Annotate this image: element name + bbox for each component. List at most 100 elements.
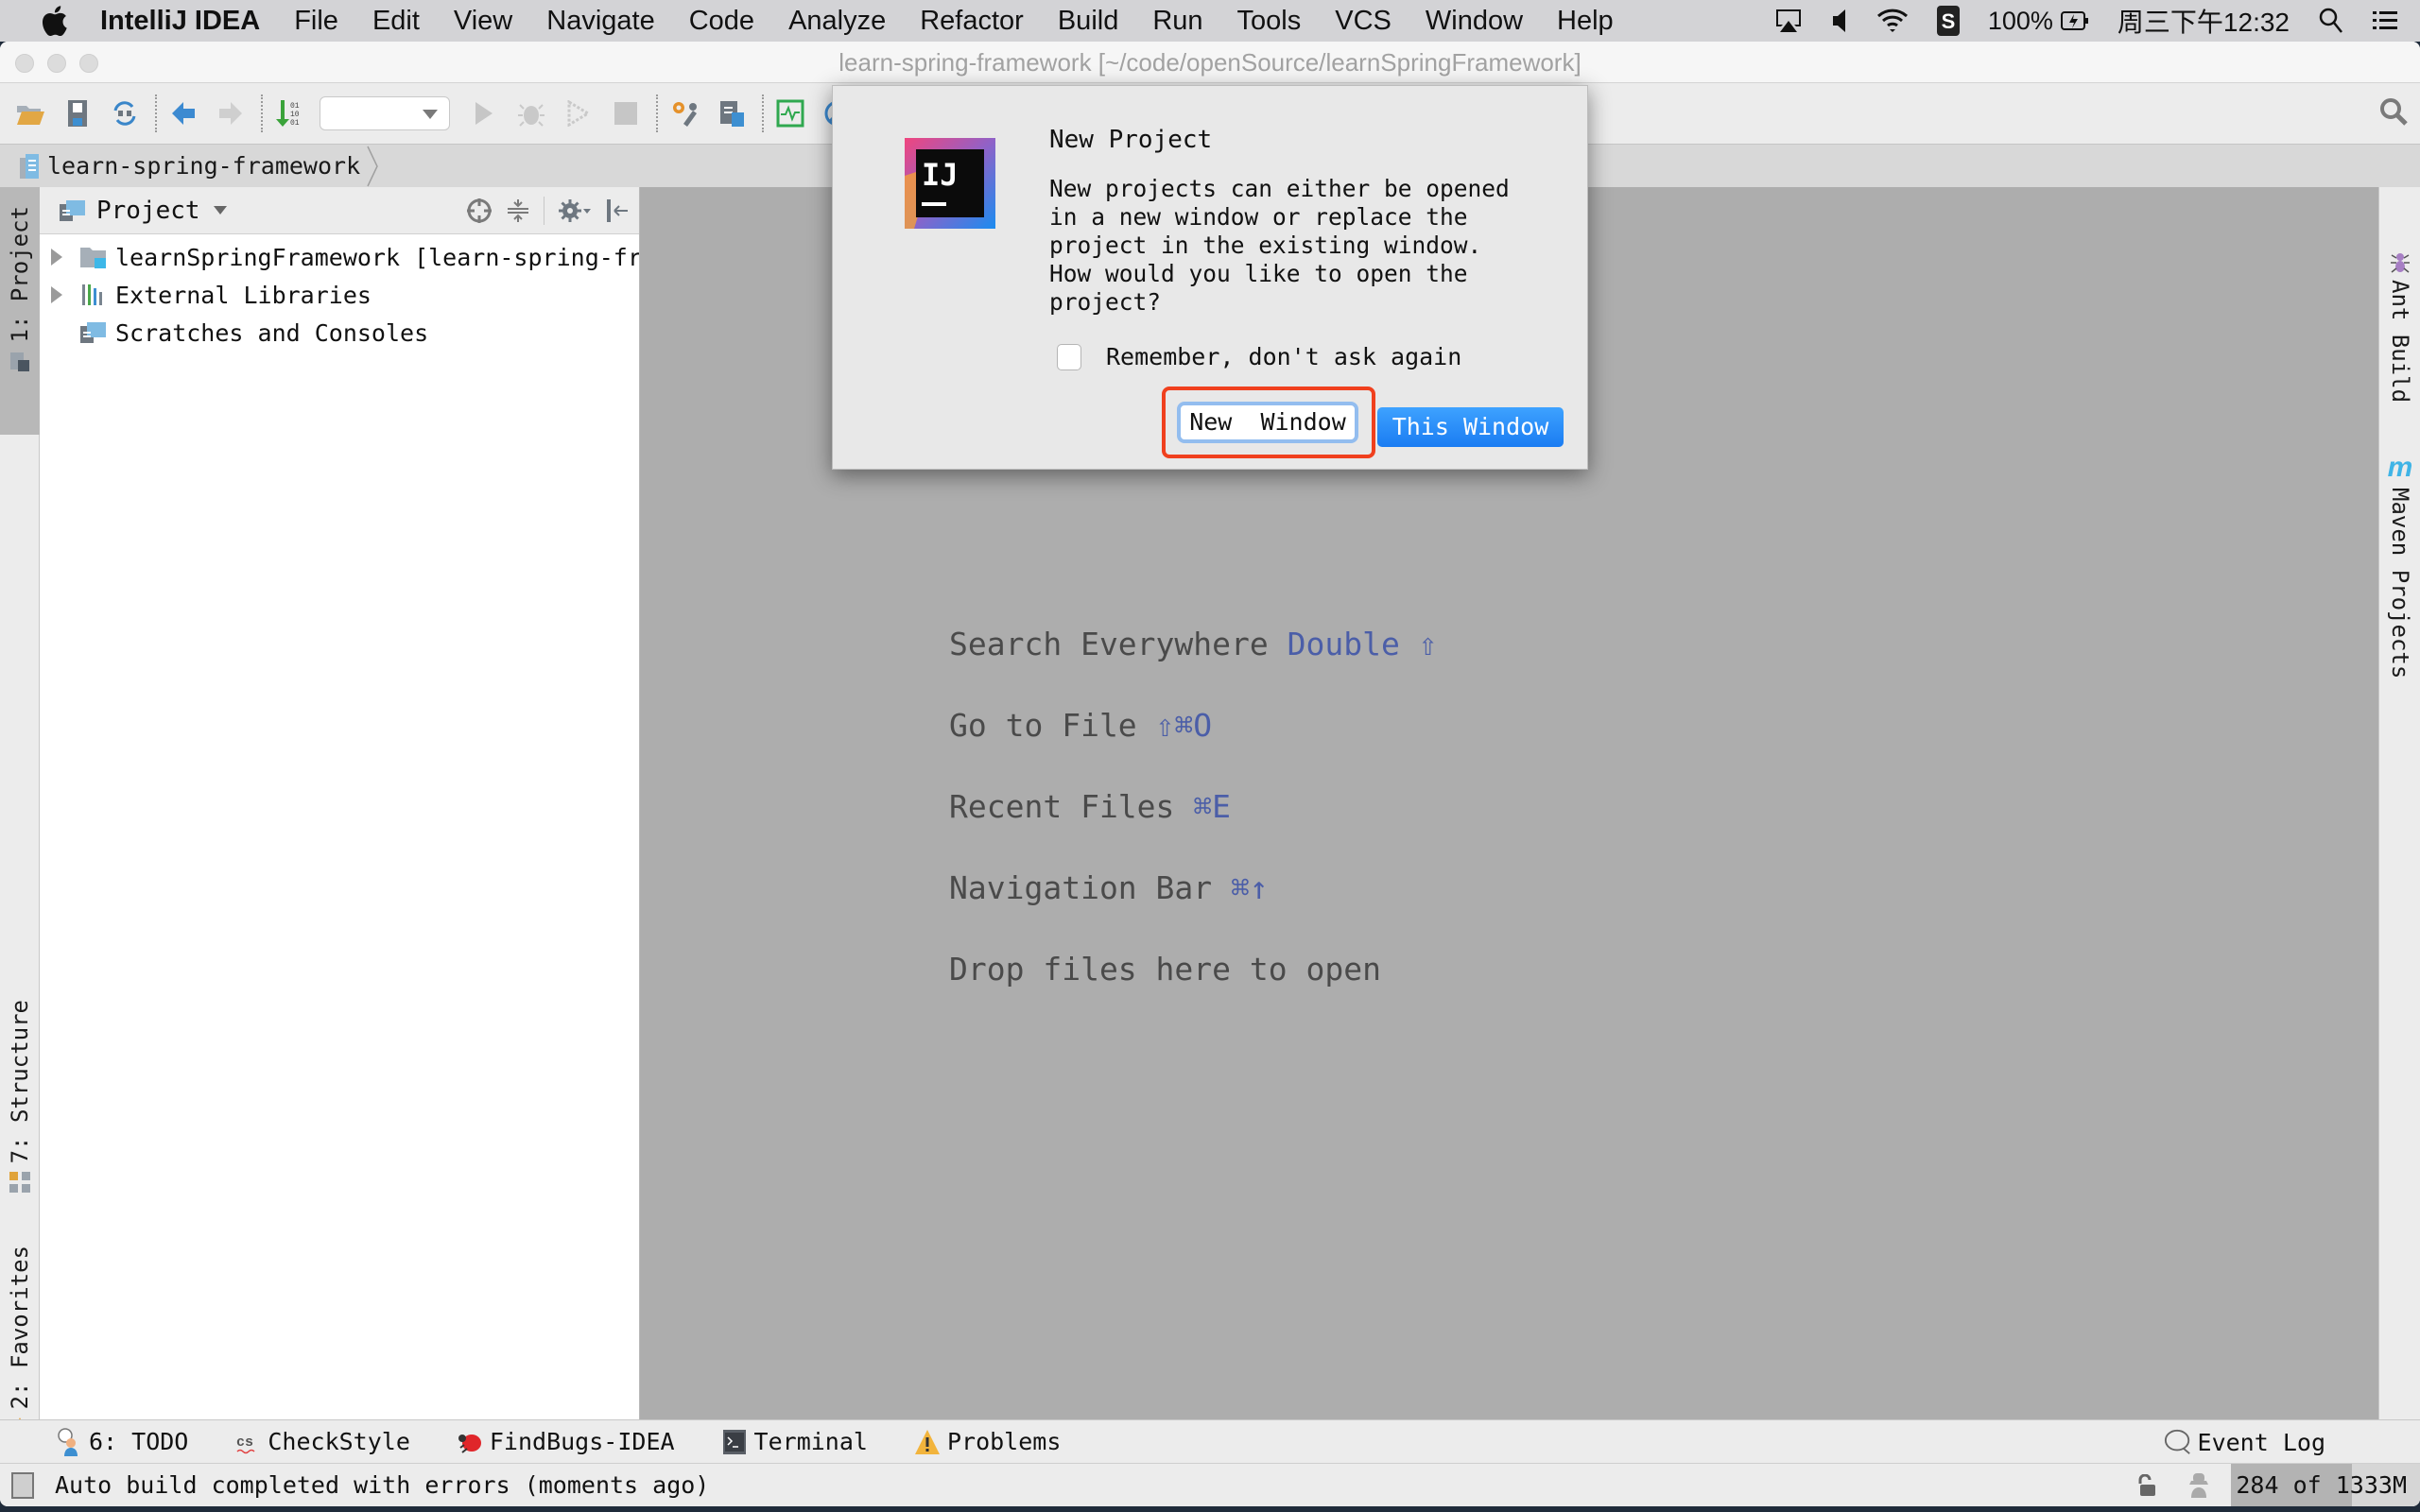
expand-arrow-icon[interactable] xyxy=(51,286,62,303)
tool-button-terminal[interactable]: Terminal xyxy=(720,1428,868,1456)
tool-tab-maven-projects[interactable]: m Maven Projects xyxy=(2379,452,2420,679)
save-all-icon[interactable] xyxy=(60,96,95,130)
tool-button-todo[interactable]: 6: TODO xyxy=(55,1427,189,1456)
breadcrumb[interactable]: learn-spring-framework xyxy=(19,145,381,188)
run-icon[interactable] xyxy=(467,96,501,130)
status-bar: Auto build completed with errors (moment… xyxy=(0,1463,2420,1506)
tool-window-bar: 6: TODO cs CheckStyle FindBugs-IDEA Term… xyxy=(0,1419,2420,1463)
menu-navigate[interactable]: Navigate xyxy=(546,6,654,37)
tool-button-event-log[interactable]: Event Log xyxy=(2164,1420,2325,1464)
menu-analyze[interactable]: Analyze xyxy=(788,6,886,37)
statistic-icon[interactable] xyxy=(773,96,807,130)
forward-arrow-icon[interactable] xyxy=(214,96,248,130)
back-arrow-icon[interactable] xyxy=(166,96,200,130)
menu-build[interactable]: Build xyxy=(1058,6,1119,37)
project-structure-icon[interactable] xyxy=(715,96,749,130)
tree-node-scratches[interactable]: Scratches and Consoles xyxy=(40,314,639,352)
stop-icon[interactable] xyxy=(609,96,643,130)
toolbar-separator xyxy=(155,94,157,132)
menu-refactor[interactable]: Refactor xyxy=(920,6,1024,37)
tool-button-label: 6: TODO xyxy=(89,1428,189,1455)
tool-tab-favorites[interactable]: 2: Favorites xyxy=(0,1246,40,1441)
remember-choice[interactable]: Remember, don't ask again xyxy=(1057,343,1461,370)
toolbar-separator xyxy=(261,94,263,132)
checkstyle-icon: cs xyxy=(233,1428,262,1456)
volume-icon[interactable] xyxy=(1831,8,1848,34)
structure-icon xyxy=(9,1171,31,1194)
menu-view[interactable]: View xyxy=(454,6,512,37)
synchronize-icon[interactable] xyxy=(108,96,142,130)
search-everywhere-icon[interactable] xyxy=(2378,96,2409,131)
status-message[interactable]: Auto build completed with errors (moment… xyxy=(55,1471,709,1499)
battery-charging-icon[interactable] xyxy=(2060,10,2089,31)
gear-icon[interactable] xyxy=(558,198,592,224)
tool-tab-ant-build-label: Ant Build xyxy=(2387,280,2413,404)
tool-button-label: Event Log xyxy=(2197,1428,2325,1456)
remember-checkbox[interactable] xyxy=(1057,343,1081,370)
macos-menubar: IntelliJ IDEA File Edit View Navigate Co… xyxy=(0,0,2420,42)
title-bar: learn-spring-framework [~/code/openSourc… xyxy=(0,42,2420,83)
ant-icon xyxy=(2389,249,2411,274)
hide-pane-icon[interactable] xyxy=(605,198,630,224)
spotlight-icon[interactable] xyxy=(2318,7,2344,35)
this-window-button[interactable]: This Window xyxy=(1377,407,1564,447)
run-configuration-select[interactable] xyxy=(320,96,450,130)
project-view-title[interactable]: Project xyxy=(96,197,200,225)
tool-button-findbugs[interactable]: FindBugs-IDEA xyxy=(456,1428,675,1456)
findbugs-icon xyxy=(456,1428,484,1456)
libraries-icon xyxy=(79,281,108,309)
tool-button-label: Terminal xyxy=(753,1428,868,1455)
new-project-dialog: IJ New Project New projects can either b… xyxy=(832,85,1588,470)
menu-app-name[interactable]: IntelliJ IDEA xyxy=(100,6,260,37)
menu-run[interactable]: Run xyxy=(1152,6,1202,37)
tool-button-label: CheckStyle xyxy=(268,1428,410,1455)
hector-inspector-icon[interactable] xyxy=(2186,1471,2212,1500)
todo-icon xyxy=(55,1427,83,1456)
breadcrumb-project[interactable]: learn-spring-framework xyxy=(47,152,360,180)
menu-window[interactable]: Window xyxy=(1426,6,1523,37)
shortcut-key: ⌘↑ xyxy=(1231,869,1269,906)
tool-tab-ant-build[interactable]: Ant Build xyxy=(2379,249,2420,403)
expand-arrow-icon[interactable] xyxy=(51,249,62,266)
menu-help[interactable]: Help xyxy=(1557,6,1614,37)
collapse-all-icon[interactable] xyxy=(506,198,530,224)
apple-menu-icon[interactable] xyxy=(38,5,70,37)
hint-recent-files: Recent Files ⌘E xyxy=(949,788,1232,825)
tree-node-external-libraries[interactable]: External Libraries xyxy=(40,276,639,314)
menu-code[interactable]: Code xyxy=(689,6,754,37)
tool-tab-structure[interactable]: 7: Structure xyxy=(0,1000,40,1194)
open-folder-icon[interactable] xyxy=(13,96,47,130)
run-with-coverage-icon[interactable] xyxy=(562,96,596,130)
menu-tools[interactable]: Tools xyxy=(1237,6,1302,37)
tree-node-project-root[interactable]: learnSpringFramework [learn-spring-frame… xyxy=(40,238,639,276)
shortcut-key: ⌘E xyxy=(1193,788,1232,825)
terminal-icon xyxy=(720,1428,749,1456)
tool-button-checkstyle[interactable]: cs CheckStyle xyxy=(233,1428,410,1456)
settings-wrench-icon[interactable] xyxy=(667,96,701,130)
new-window-button[interactable]: New Window xyxy=(1177,402,1358,443)
menu-vcs[interactable]: VCS xyxy=(1335,6,1392,37)
notification-center-icon[interactable] xyxy=(2373,10,2397,31)
tool-tab-project[interactable]: 1: Project xyxy=(0,187,40,435)
tree-node-label: learnSpringFramework [learn-spring-frame… xyxy=(115,243,639,271)
airplay-icon[interactable] xyxy=(1774,8,1803,34)
menu-file[interactable]: File xyxy=(294,6,338,37)
svg-text:IJ: IJ xyxy=(922,157,959,193)
debug-icon[interactable] xyxy=(514,96,548,130)
module-folder-icon xyxy=(79,243,108,271)
tool-button-problems[interactable]: Problems xyxy=(913,1428,1061,1456)
toolbar-separator xyxy=(762,94,764,132)
sogou-input-icon[interactable]: S xyxy=(1936,6,1960,36)
scroll-from-source-icon[interactable] xyxy=(466,198,493,224)
menu-edit[interactable]: Edit xyxy=(372,6,420,37)
window-title: learn-spring-framework [~/code/openSourc… xyxy=(838,48,1582,77)
clock[interactable]: 周三下午12:32 xyxy=(2118,2,2290,40)
memory-indicator[interactable]: 284 of 1333M xyxy=(2231,1464,2420,1506)
svg-text:01: 01 xyxy=(290,102,300,111)
build-project-icon[interactable]: 01 10 01 xyxy=(272,96,306,130)
wifi-icon[interactable] xyxy=(1876,8,1909,34)
view-mode-dropdown-icon[interactable] xyxy=(213,206,227,215)
tool-tab-structure-label: 7: Structure xyxy=(7,1000,33,1164)
read-only-lock-icon[interactable] xyxy=(2136,1474,2157,1497)
toggle-tool-windows-icon[interactable] xyxy=(11,1471,34,1499)
